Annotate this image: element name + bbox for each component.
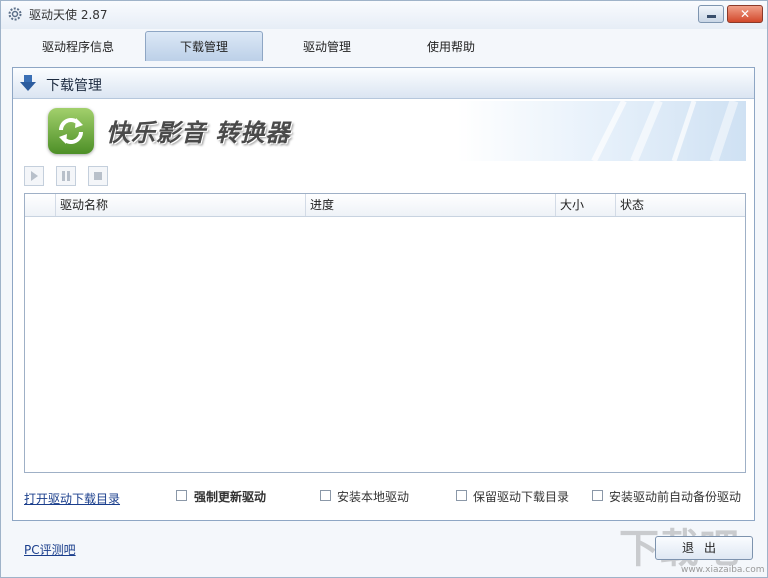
- stop-icon: [94, 172, 102, 180]
- tab-bar: 驱动程序信息 下载管理 驱动管理 使用帮助: [1, 31, 767, 62]
- download-panel: 下载管理 快乐影音 转换器 驱动名称 进度 大小 状态 打开驱动下载目录 强制更…: [12, 67, 755, 521]
- gear-icon: [8, 7, 22, 21]
- close-button[interactable]: ✕: [727, 5, 763, 23]
- pause-icon: [62, 171, 70, 181]
- play-icon: [31, 171, 38, 181]
- window-title: 驱动天使 2.87: [29, 8, 108, 22]
- auto-backup-checkbox[interactable]: [592, 490, 603, 501]
- column-header-select[interactable]: [25, 194, 55, 216]
- stop-button[interactable]: [88, 166, 108, 186]
- keep-downloads-checkbox[interactable]: [456, 490, 467, 501]
- app-window: 驱动天使 2.87 ✕ 驱动程序信息 下载管理 驱动管理 使用帮助 下载管理 快…: [0, 0, 768, 578]
- column-header-size[interactable]: 大小: [555, 194, 615, 216]
- title-bar: 驱动天使 2.87 ✕: [1, 1, 767, 29]
- start-button[interactable]: [24, 166, 44, 186]
- refresh-logo-icon: [48, 108, 94, 154]
- pc-review-link[interactable]: PC评测吧: [24, 541, 76, 558]
- panel-header: 下载管理: [13, 68, 754, 99]
- tab-driver-info[interactable]: 驱动程序信息: [23, 31, 133, 60]
- banner-text: 快乐影音 转换器: [106, 119, 291, 147]
- pause-button[interactable]: [56, 166, 76, 186]
- force-update-label: 强制更新驱动: [194, 490, 267, 504]
- tab-help[interactable]: 使用帮助: [403, 31, 499, 60]
- arrow-down-icon: [20, 75, 36, 91]
- open-download-dir-link[interactable]: 打开驱动下载目录: [24, 490, 120, 507]
- column-header-progress[interactable]: 进度: [305, 194, 555, 216]
- ad-banner[interactable]: 快乐影音 转换器: [24, 101, 746, 161]
- install-local-checkbox[interactable]: [320, 490, 331, 501]
- download-list[interactable]: 驱动名称 进度 大小 状态: [24, 193, 746, 473]
- force-update-checkbox[interactable]: [176, 490, 187, 501]
- download-toolbar: [24, 166, 224, 188]
- tab-driver-manager[interactable]: 驱动管理: [279, 31, 375, 60]
- options-row: 打开驱动下载目录 强制更新驱动 安装本地驱动 保留驱动下载目录 安装驱动前自动备…: [13, 488, 754, 508]
- banner-decoration: [591, 101, 739, 161]
- list-header: 驱动名称 进度 大小 状态: [25, 194, 745, 217]
- panel-title: 下载管理: [46, 78, 102, 94]
- column-header-status[interactable]: 状态: [615, 194, 745, 216]
- watermark-url: www.xiazaiba.com: [681, 565, 765, 575]
- keep-downloads-label: 保留驱动下载目录: [473, 490, 570, 504]
- column-header-name[interactable]: 驱动名称: [55, 194, 305, 216]
- minimize-button[interactable]: [698, 5, 724, 23]
- install-local-label: 安装本地驱动: [337, 490, 410, 504]
- tab-download-manager[interactable]: 下载管理: [145, 31, 263, 61]
- auto-backup-label: 安装驱动前自动备份驱动: [609, 490, 742, 504]
- exit-button[interactable]: 退出: [655, 536, 753, 560]
